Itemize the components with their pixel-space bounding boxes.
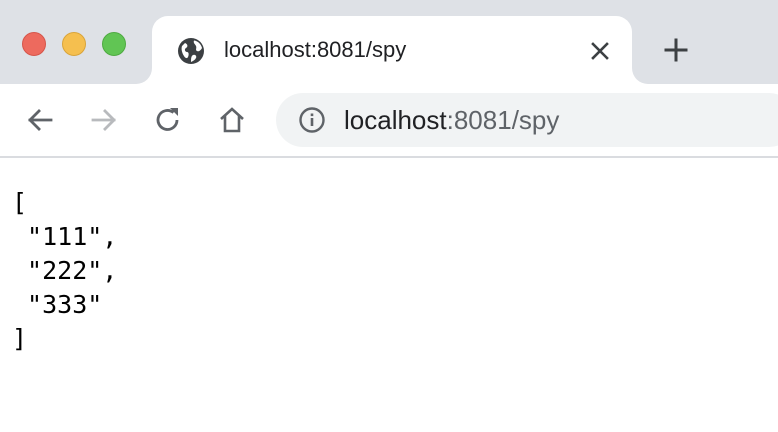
home-icon[interactable] xyxy=(216,104,248,136)
json-line: "222", xyxy=(12,256,118,285)
info-icon[interactable] xyxy=(298,106,326,134)
json-line: "333" xyxy=(12,290,103,319)
json-content: [ "111", "222", "333" ] xyxy=(12,186,752,356)
json-line: "111", xyxy=(12,222,118,251)
address-path: :8081/spy xyxy=(446,105,560,135)
globe-icon xyxy=(178,38,204,64)
tab-strip: localhost:8081/spy xyxy=(0,0,778,84)
tab-active[interactable]: localhost:8081/spy xyxy=(152,16,632,84)
browser-window: localhost:8081/spy localhost:8081/spy [… xyxy=(0,0,778,432)
arrow-right-icon[interactable] xyxy=(88,104,120,136)
window-close-button[interactable] xyxy=(22,32,46,56)
close-icon[interactable] xyxy=(586,37,614,65)
window-minimize-button[interactable] xyxy=(62,32,86,56)
plus-icon[interactable] xyxy=(660,34,692,66)
address-bar[interactable]: localhost:8081/spy xyxy=(276,93,778,147)
window-maximize-button[interactable] xyxy=(102,32,126,56)
address-host: localhost xyxy=(344,105,447,135)
reload-icon[interactable] xyxy=(152,104,184,136)
json-line: ] xyxy=(12,324,28,353)
json-line: [ xyxy=(12,188,28,217)
toolbar: localhost:8081/spy xyxy=(0,84,778,158)
address-url[interactable]: localhost:8081/spy xyxy=(344,104,559,136)
tab-title: localhost:8081/spy xyxy=(224,37,407,62)
arrow-left-icon[interactable] xyxy=(24,104,56,136)
